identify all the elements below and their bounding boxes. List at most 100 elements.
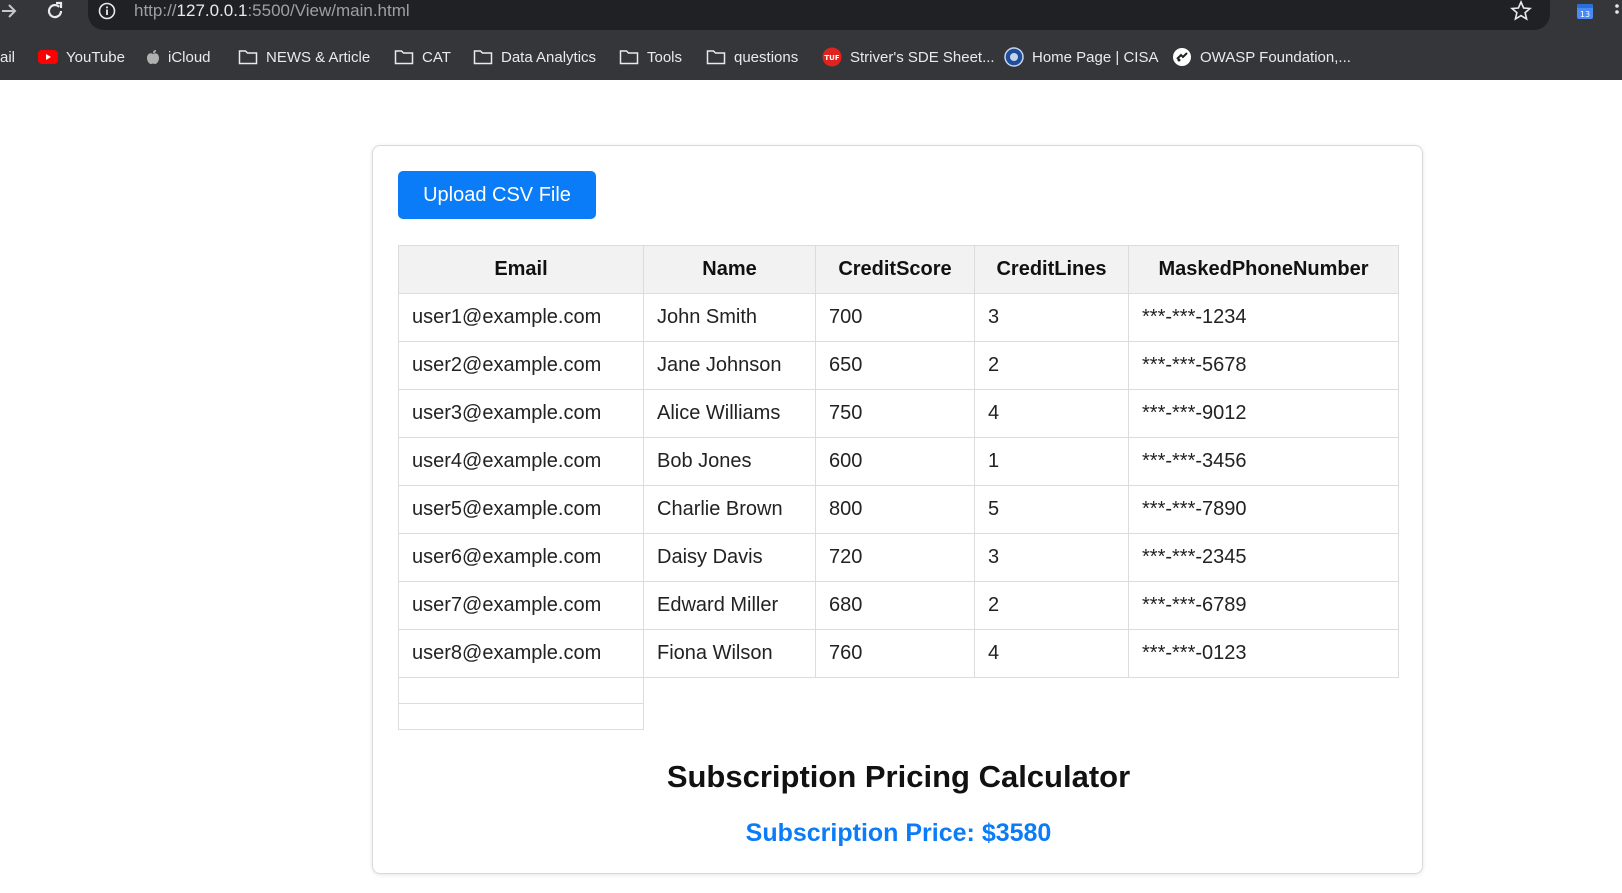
cell-creditscore: 700 bbox=[815, 293, 975, 342]
youtube-icon bbox=[38, 50, 58, 64]
cell-name: Fiona Wilson bbox=[643, 629, 816, 678]
reload-icon[interactable] bbox=[44, 0, 68, 22]
folder-icon bbox=[619, 50, 639, 65]
customer-table: Email Name CreditScore CreditLines Maske… bbox=[398, 245, 1399, 730]
cell-creditscore: 800 bbox=[815, 485, 975, 534]
owasp-icon bbox=[1173, 48, 1191, 66]
bookmark-questions[interactable]: questions bbox=[706, 44, 798, 70]
column-header-maskedphonenumber[interactable]: MaskedPhoneNumber bbox=[1128, 245, 1399, 294]
cell-name: Alice Williams bbox=[643, 389, 816, 438]
cell-email: user6@example.com bbox=[398, 533, 644, 582]
table-row: user7@example.com Edward Miller 680 2 **… bbox=[398, 581, 1399, 630]
bookmark-label: NEWS & Article bbox=[266, 48, 371, 66]
cell-creditlines: 2 bbox=[974, 581, 1129, 630]
empty-table-row bbox=[398, 677, 1399, 704]
bookmark-data-analytics[interactable]: Data Analytics bbox=[473, 44, 596, 70]
table-row: user5@example.com Charlie Brown 800 5 **… bbox=[398, 485, 1399, 534]
more-menu-icon[interactable] bbox=[1612, 2, 1622, 20]
address-bar[interactable]: http://127.0.0.1:5500/View/main.html bbox=[88, 0, 1550, 30]
cell-name: Daisy Davis bbox=[643, 533, 816, 582]
cell-creditlines: 3 bbox=[974, 293, 1129, 342]
url-path: :5500/View/main.html bbox=[247, 1, 410, 20]
column-header-name[interactable]: Name bbox=[643, 245, 816, 294]
bookmark-label: Tools bbox=[647, 48, 683, 66]
cell-creditlines: 2 bbox=[974, 341, 1129, 390]
svg-text:TUF: TUF bbox=[824, 54, 839, 62]
table-row: user4@example.com Bob Jones 600 1 ***-**… bbox=[398, 437, 1399, 486]
table-row: user6@example.com Daisy Davis 720 3 ***-… bbox=[398, 533, 1399, 582]
cisa-icon bbox=[1004, 47, 1024, 67]
apple-icon bbox=[147, 50, 159, 64]
column-header-creditscore[interactable]: CreditScore bbox=[815, 245, 975, 294]
cell-phone: ***-***-9012 bbox=[1128, 389, 1399, 438]
bookmark-label: Striver's SDE Sheet... bbox=[850, 48, 995, 66]
cell-phone: ***-***-7890 bbox=[1128, 485, 1399, 534]
cell-creditscore: 650 bbox=[815, 341, 975, 390]
bookmark-star-icon[interactable] bbox=[1510, 0, 1532, 22]
url-host: 127.0.0.1 bbox=[176, 1, 248, 20]
url-prefix: http:// bbox=[134, 1, 177, 20]
table-header-row: Email Name CreditScore CreditLines Maske… bbox=[398, 245, 1399, 294]
empty-cell bbox=[398, 677, 644, 704]
cell-creditscore: 680 bbox=[815, 581, 975, 630]
cell-creditlines: 5 bbox=[974, 485, 1129, 534]
site-info-icon[interactable] bbox=[98, 2, 116, 20]
column-header-creditlines[interactable]: CreditLines bbox=[974, 245, 1129, 294]
bookmark-news-article[interactable]: NEWS & Article bbox=[238, 44, 370, 70]
cell-creditscore: 760 bbox=[815, 629, 975, 678]
upload-csv-button[interactable]: Upload CSV File bbox=[398, 171, 596, 219]
cell-creditlines: 1 bbox=[974, 437, 1129, 486]
cell-creditlines: 4 bbox=[974, 629, 1129, 678]
empty-space bbox=[644, 704, 1399, 730]
bookmark-label: Home Page | CISA bbox=[1032, 48, 1159, 66]
cell-email: user1@example.com bbox=[398, 293, 644, 342]
cell-email: user8@example.com bbox=[398, 629, 644, 678]
bookmark-owasp[interactable]: OWASP Foundation,... bbox=[1172, 44, 1351, 70]
bookmark-label: questions bbox=[734, 48, 799, 66]
cell-phone: ***-***-0123 bbox=[1128, 629, 1399, 678]
cell-creditlines: 4 bbox=[974, 389, 1129, 438]
bookmark-label: iCloud bbox=[168, 48, 211, 66]
cell-email: user2@example.com bbox=[398, 341, 644, 390]
bookmarks-bar: ail YouTube iCloud NEWS & Article CAT Da… bbox=[0, 44, 1622, 70]
empty-cell bbox=[398, 703, 644, 730]
bookmark-tools[interactable]: Tools bbox=[619, 44, 682, 70]
cell-name: Edward Miller bbox=[643, 581, 816, 630]
url-text[interactable]: http://127.0.0.1:5500/View/main.html bbox=[134, 1, 410, 21]
bookmark-label: ail bbox=[0, 48, 16, 66]
cell-creditscore: 750 bbox=[815, 389, 975, 438]
main-card: Upload CSV File Email Name CreditScore C… bbox=[372, 145, 1423, 874]
table-row: user8@example.com Fiona Wilson 760 4 ***… bbox=[398, 629, 1399, 678]
cell-email: user3@example.com bbox=[398, 389, 644, 438]
calendar-extension-icon[interactable]: 13 bbox=[1576, 2, 1594, 20]
bookmark-cisa[interactable]: Home Page | CISA bbox=[1004, 44, 1158, 70]
forward-arrow-icon[interactable] bbox=[0, 0, 22, 22]
column-header-email[interactable]: Email bbox=[398, 245, 644, 294]
folder-icon bbox=[238, 50, 258, 65]
empty-table-row bbox=[398, 703, 1399, 730]
cell-phone: ***-***-1234 bbox=[1128, 293, 1399, 342]
cell-phone: ***-***-6789 bbox=[1128, 581, 1399, 630]
cell-creditscore: 600 bbox=[815, 437, 975, 486]
cell-name: Charlie Brown bbox=[643, 485, 816, 534]
table-row: user1@example.com John Smith 700 3 ***-*… bbox=[398, 293, 1399, 342]
bookmark-gmail[interactable]: ail bbox=[0, 44, 15, 70]
cell-creditlines: 3 bbox=[974, 533, 1129, 582]
bookmark-label: YouTube bbox=[66, 48, 125, 66]
tuf-icon: TUF bbox=[822, 47, 842, 67]
browser-toolbar: http://127.0.0.1:5500/View/main.html 13 … bbox=[0, 0, 1622, 80]
bookmark-label: OWASP Foundation,... bbox=[1200, 48, 1351, 66]
bookmark-cat[interactable]: CAT bbox=[394, 44, 451, 70]
table-row: user2@example.com Jane Johnson 650 2 ***… bbox=[398, 341, 1399, 390]
cell-phone: ***-***-5678 bbox=[1128, 341, 1399, 390]
cell-name: John Smith bbox=[643, 293, 816, 342]
bookmark-label: CAT bbox=[422, 48, 451, 66]
empty-space bbox=[644, 678, 1399, 704]
bookmark-striver-sde-sheet[interactable]: TUF Striver's SDE Sheet... bbox=[822, 44, 995, 70]
folder-icon bbox=[473, 50, 493, 65]
cell-creditscore: 720 bbox=[815, 533, 975, 582]
cell-email: user5@example.com bbox=[398, 485, 644, 534]
bookmark-youtube[interactable]: YouTube bbox=[38, 44, 125, 70]
bookmark-icloud[interactable]: iCloud bbox=[146, 44, 211, 70]
cell-name: Jane Johnson bbox=[643, 341, 816, 390]
